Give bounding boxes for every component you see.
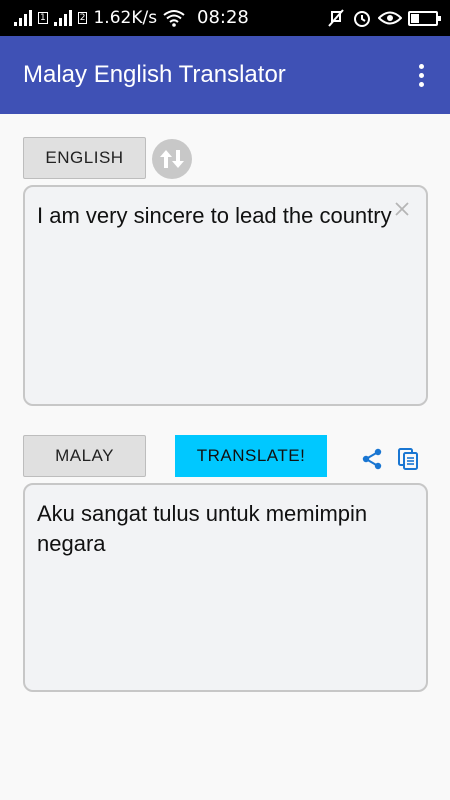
share-icon (362, 448, 382, 470)
source-text-area[interactable]: I am very sincere to lead the country (23, 185, 428, 406)
target-language-button[interactable]: MALAY (23, 435, 146, 477)
sim2-icon: 2 (77, 12, 88, 24)
status-bar: 1 2 1.62K/s 08:28 (0, 0, 450, 36)
network-speed: 1.62K/s (93, 8, 158, 28)
copy-button[interactable] (395, 446, 421, 472)
eye-icon (378, 11, 402, 25)
copy-icon (398, 448, 418, 470)
battery-icon (408, 10, 441, 26)
app-title: Malay English Translator (23, 61, 286, 88)
mute-icon (328, 9, 344, 27)
target-text-area[interactable]: Aku sangat tulus untuk memimpin negara (23, 483, 428, 692)
source-language-button[interactable]: ENGLISH (23, 137, 146, 179)
share-button[interactable] (359, 446, 385, 472)
more-vert-icon[interactable] (413, 58, 430, 93)
source-text: I am very sincere to lead the country (37, 203, 392, 228)
swap-languages-button[interactable] (152, 139, 192, 179)
target-text: Aku sangat tulus untuk memimpin negara (37, 501, 368, 556)
app-bar: Malay English Translator (0, 36, 450, 114)
close-icon[interactable] (392, 199, 412, 219)
translate-button[interactable]: TRANSLATE! (175, 435, 327, 477)
clock: 08:28 (197, 7, 249, 28)
signal-icon-2 (53, 10, 72, 26)
swap-vertical-icon (160, 150, 184, 168)
signal-icon (14, 10, 32, 26)
alarm-icon (354, 11, 370, 27)
wifi-icon (163, 10, 185, 27)
sim-icon: 1 (38, 12, 48, 24)
